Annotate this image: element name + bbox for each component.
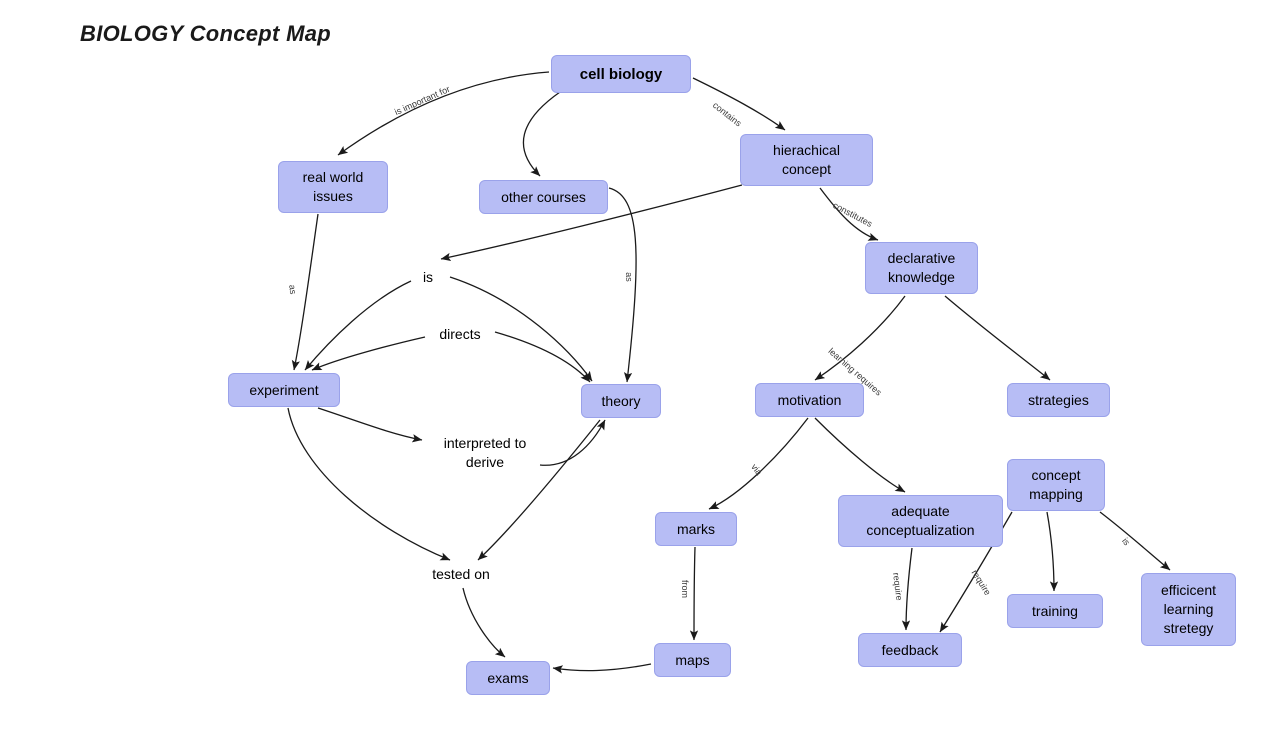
node-label: adequate conceptualization [866,503,975,538]
node-label: exams [487,669,529,686]
node-training[interactable]: training [1007,594,1103,628]
node-layer: is important for contains constitutes as as l… [0,0,1280,732]
node-marks[interactable]: marks [655,512,737,546]
edge-label: as [624,272,635,282]
node-label: theory [601,392,641,409]
edge-label: via [749,462,765,478]
node-adequate_conceptualization[interactable]: adequate conceptualization [838,495,1003,547]
node-label: interpreted to derive [443,435,527,470]
node-label: training [1032,602,1078,619]
edge-label: contains [710,100,744,129]
node-maps[interactable]: maps [654,643,731,677]
node-label: experiment [249,381,319,398]
node-is[interactable]: is [413,264,443,290]
node-other_courses[interactable]: other courses [479,180,608,214]
edge-label: is [1120,536,1132,548]
node-label: hierachical concept [773,142,840,177]
node-experiment[interactable]: experiment [228,373,340,407]
node-label: is [422,268,434,285]
node-label: other courses [501,188,586,205]
node-label: strategies [1028,391,1089,408]
edge-label: require [969,568,993,598]
node-exams[interactable]: exams [466,661,550,695]
node-label: motivation [777,391,842,408]
edge-label: is important for [393,83,452,118]
node-label: tested on [432,565,490,582]
edge-label: constitutes [831,200,874,230]
node-cell_biology[interactable]: cell biology [551,55,691,93]
node-tested_on[interactable]: tested on [421,562,501,586]
node-theory[interactable]: theory [581,384,661,418]
node-interpreted_to_derive[interactable]: interpreted to derive [432,431,538,475]
edge-label: from [680,580,690,598]
node-label: cell biology [579,65,663,83]
node-motivation[interactable]: motivation [755,383,864,417]
node-strategies[interactable]: strategies [1007,383,1110,417]
edge-label: as [287,284,299,295]
node-concept_mapping[interactable]: concept mapping [1007,459,1105,511]
node-label: real world issues [302,169,364,204]
node-feedback[interactable]: feedback [858,633,962,667]
node-label: feedback [881,641,939,658]
edge-label: require [891,572,905,602]
node-label: marks [676,520,716,537]
node-label: directs [439,325,481,342]
node-label: maps [675,651,710,668]
node-real_world_issues[interactable]: real world issues [278,161,388,213]
node-hierachical_concept[interactable]: hierachical concept [740,134,873,186]
concept-map-canvas: BIOLOGY Concept Map is important for cont… [0,0,1280,732]
node-declarative_knowledge[interactable]: declarative knowledge [865,242,978,294]
node-efficicent_learning_stretegy[interactable]: efficicent learning stretegy [1141,573,1236,646]
node-label: declarative knowledge [887,250,956,285]
node-directs[interactable]: directs [428,322,492,346]
node-label: concept mapping [1029,467,1083,502]
node-label: efficicent learning stretegy [1161,582,1216,636]
